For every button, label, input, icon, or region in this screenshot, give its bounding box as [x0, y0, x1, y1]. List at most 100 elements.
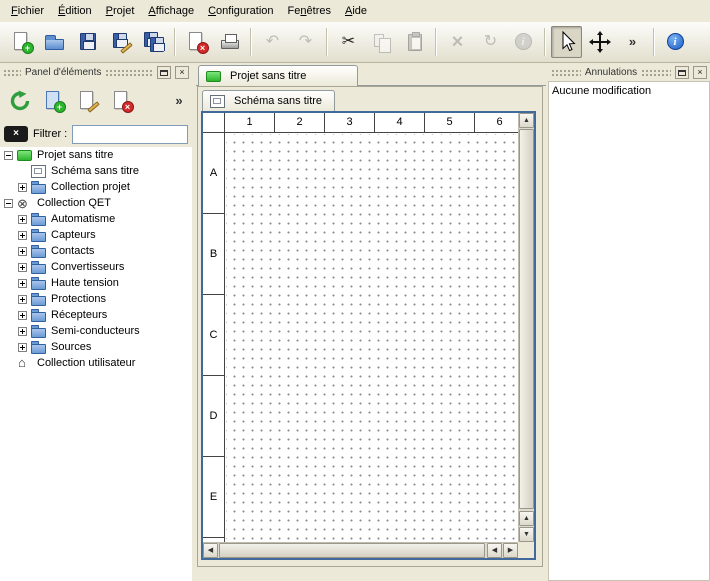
print-button[interactable] — [214, 26, 245, 58]
close-panel-button[interactable]: × — [693, 66, 707, 79]
expander-minus-icon[interactable] — [4, 151, 13, 160]
tree-item-collection-qet[interactable]: Collection QET — [0, 195, 192, 211]
toolbar-extension-button[interactable]: » — [617, 26, 648, 58]
pan-tool-button[interactable] — [584, 26, 615, 58]
tree-item-semi-conducteurs[interactable]: Semi-conducteurs — [0, 323, 192, 339]
chevron-icon: » — [621, 30, 645, 54]
redo-icon: ↷ — [294, 30, 318, 54]
tree-item-label: Collection projet — [50, 181, 130, 193]
menu-bar: FichierÉditionProjetAffichageConfigurati… — [0, 0, 710, 22]
delete-element-button[interactable]: × — [106, 85, 137, 118]
tree-item-capteurs[interactable]: Capteurs — [0, 227, 192, 243]
expander-plus-icon[interactable] — [18, 295, 27, 304]
expander-plus-icon[interactable] — [18, 279, 27, 288]
edit-element-button[interactable] — [72, 85, 103, 118]
new-project-button[interactable]: + — [6, 26, 37, 58]
scroll-down-button[interactable]: ▼ — [519, 527, 534, 542]
tree-item-schema-sans-titre[interactable]: Schéma sans titre — [0, 163, 192, 179]
tree-item-collection-projet[interactable]: Collection projet — [0, 179, 192, 195]
toolbar-separator — [250, 28, 252, 56]
rotate-button[interactable]: ↻ — [475, 26, 506, 58]
tree-item-automatisme[interactable]: Automatisme — [0, 211, 192, 227]
undo-button[interactable]: ↶ — [257, 26, 288, 58]
tree-item-projet-sans-titre[interactable]: Projet sans titre — [0, 147, 192, 163]
tree-item-label: Convertisseurs — [50, 261, 124, 273]
close-panel-button[interactable]: × — [175, 66, 189, 79]
schema-icon — [31, 165, 46, 177]
select-tool-button[interactable] — [551, 26, 582, 58]
menu-item-affichage[interactable]: Affichage — [141, 1, 201, 21]
expander-plus-icon[interactable] — [18, 231, 27, 240]
element-delete-icon: × — [110, 89, 134, 113]
schema-canvas[interactable] — [226, 134, 518, 542]
menu-item-edition[interactable]: Édition — [51, 1, 99, 21]
delete-x-icon: × — [446, 30, 470, 54]
tab-project[interactable]: Projet sans titre — [198, 65, 358, 86]
filter-input[interactable] — [72, 125, 188, 144]
tree-item-label: Protections — [50, 293, 106, 305]
open-project-button[interactable] — [39, 26, 70, 58]
save-button[interactable] — [72, 26, 103, 58]
scroll-right-button[interactable]: ▶ — [503, 543, 518, 558]
row-header-a: A — [203, 133, 224, 214]
float-panel-button[interactable] — [675, 66, 689, 79]
tree-item-convertisseurs[interactable]: Convertisseurs — [0, 259, 192, 275]
save-as-button[interactable] — [105, 26, 136, 58]
vertical-scrollbar[interactable]: ▲ ▲ ▼ — [518, 113, 534, 542]
move-icon — [588, 30, 612, 54]
tab-schema[interactable]: Schéma sans titre — [202, 90, 335, 111]
menu-item-projet[interactable]: Projet — [99, 1, 142, 21]
expander-plus-icon[interactable] — [18, 311, 27, 320]
expander-plus-icon[interactable] — [18, 263, 27, 272]
scroll-left-button[interactable]: ◀ — [203, 543, 218, 558]
tree-item-collection-utilisateur[interactable]: Collection utilisateur — [0, 355, 192, 371]
toolbar-separator — [544, 28, 546, 56]
about-qet-button[interactable]: i — [660, 26, 691, 58]
menu-item-fenetres[interactable]: Fenêtres — [281, 1, 338, 21]
folder-icon — [31, 341, 46, 353]
tree-item-protections[interactable]: Protections — [0, 291, 192, 307]
expander-plus-icon[interactable] — [18, 327, 27, 336]
horizontal-scroll-thumb[interactable] — [219, 543, 485, 558]
scroll-up-button[interactable]: ▲ — [519, 113, 534, 128]
tree-item-haute-tension[interactable]: Haute tension — [0, 275, 192, 291]
tree-item-recepteurs[interactable]: Récepteurs — [0, 307, 192, 323]
canvas-region: 123456 ABCDE — [203, 113, 518, 542]
expander-plus-icon[interactable] — [18, 183, 27, 192]
reload-collections-button[interactable] — [4, 85, 35, 118]
float-panel-button[interactable] — [157, 66, 171, 79]
tree-item-contacts[interactable]: Contacts — [0, 243, 192, 259]
new-element-button[interactable]: + — [38, 85, 69, 118]
undo-panel: Annulations × Aucune modification — [548, 64, 710, 581]
menu-item-fichier[interactable]: Fichier — [4, 1, 51, 21]
menu-item-configuration[interactable]: Configuration — [201, 1, 280, 21]
tree-item-sources[interactable]: Sources — [0, 339, 192, 355]
project-properties-button[interactable]: i — [508, 26, 539, 58]
elements-panel: Panel d'éléments × +×» × Filtrer : Proje… — [0, 64, 192, 581]
project-icon — [17, 149, 32, 161]
scroll-left-button[interactable]: ◀ — [487, 543, 502, 558]
tree-item-label: Semi-conducteurs — [50, 325, 140, 337]
copy-button[interactable] — [366, 26, 397, 58]
horizontal-scrollbar[interactable]: ◀ ◀ ▶ — [203, 542, 518, 558]
menu-item-aide[interactable]: Aide — [338, 1, 374, 21]
expander-plus-icon[interactable] — [18, 247, 27, 256]
expander-plus-icon[interactable] — [18, 343, 27, 352]
tree-item-label: Sources — [50, 341, 91, 353]
delete-button[interactable]: × — [442, 26, 473, 58]
scroll-up-button[interactable]: ▲ — [519, 511, 534, 526]
clear-filter-button[interactable]: × — [4, 126, 28, 142]
toolbar-separator — [435, 28, 437, 56]
expander-minus-icon[interactable] — [4, 199, 13, 208]
cut-button[interactable]: ✂ — [333, 26, 364, 58]
close-project-button[interactable]: × — [181, 26, 212, 58]
dock-grip-dots — [105, 69, 153, 77]
expander-plus-icon[interactable] — [18, 215, 27, 224]
redo-button[interactable]: ↷ — [290, 26, 321, 58]
folder-icon — [31, 325, 46, 337]
paste-button[interactable] — [399, 26, 430, 58]
vertical-scroll-thumb[interactable] — [519, 129, 534, 509]
save-all-button[interactable] — [138, 26, 169, 58]
cut-icon: ✂ — [337, 30, 361, 54]
panel-toolbar-extension-button[interactable]: » — [170, 85, 188, 118]
